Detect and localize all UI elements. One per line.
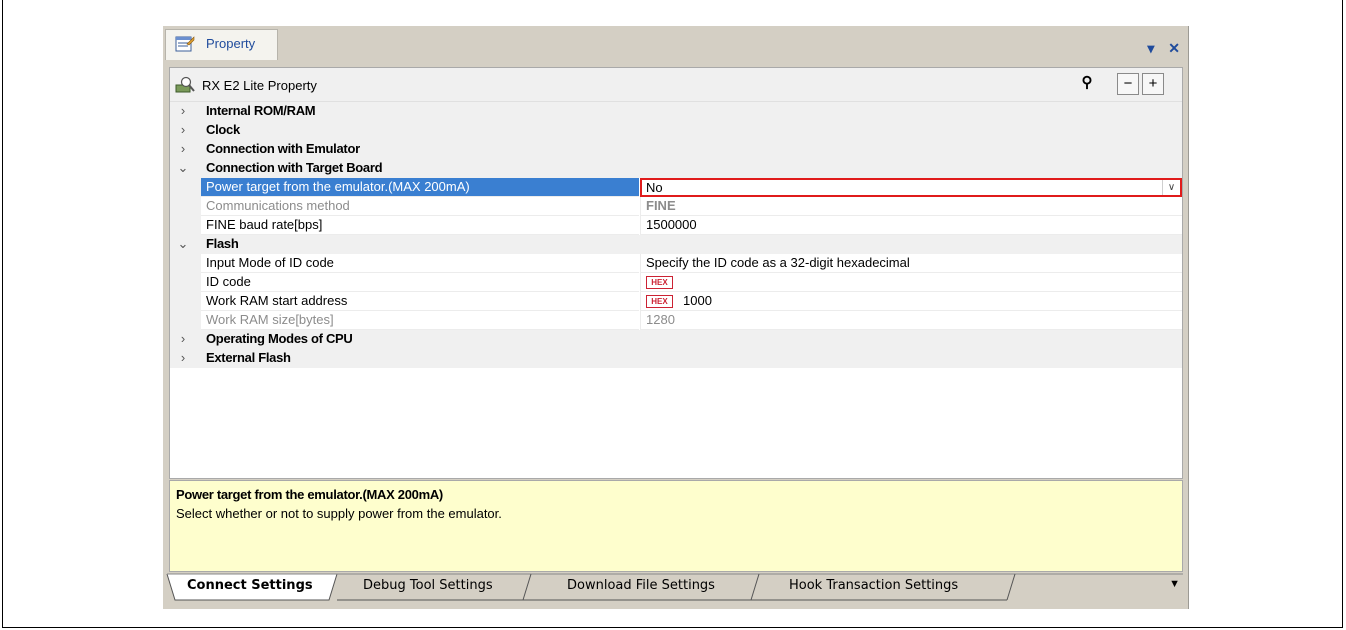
property-value[interactable]: HEX	[640, 273, 1182, 292]
property-name[interactable]: Input Mode of ID code	[201, 254, 639, 273]
row-gutter	[170, 254, 201, 273]
category-connection-target[interactable]: ⌄ Connection with Target Board	[170, 159, 1182, 178]
hex-badge-icon: HEX	[646, 295, 673, 309]
row-gutter	[170, 216, 201, 235]
category-internal-rom-ram[interactable]: › Internal ROM/RAM	[170, 102, 1182, 121]
dropdown-icon[interactable]: ▾	[1147, 40, 1154, 57]
power-target-combo[interactable]: No ∨	[640, 178, 1182, 197]
property-header: RX E2 Lite Property ⚲ − +	[170, 68, 1182, 102]
chevron-right-icon[interactable]: ›	[176, 122, 190, 137]
chevron-right-icon[interactable]: ›	[176, 103, 190, 118]
work-ram-start-value: 1000	[683, 293, 712, 308]
chevron-down-icon[interactable]: ∨	[1162, 180, 1180, 195]
property-power-target[interactable]: Power target from the emulator.(MAX 200m…	[170, 178, 1182, 197]
row-gutter	[170, 292, 201, 311]
row-gutter	[170, 273, 201, 292]
property-work-ram-size[interactable]: Work RAM size[bytes] 1280	[170, 311, 1182, 330]
property-value: FINE	[640, 197, 1182, 216]
property-input-mode[interactable]: Input Mode of ID code Specify the ID cod…	[170, 254, 1182, 273]
tab-debug-tool-settings[interactable]: Debug Tool Settings	[363, 572, 493, 600]
property-name[interactable]: Work RAM start address	[201, 292, 639, 311]
chevron-right-icon[interactable]: ›	[176, 331, 190, 346]
expand-all-button[interactable]: +	[1142, 73, 1164, 95]
title-buttons: ▾ ✕	[1137, 40, 1180, 57]
bottom-tab-strip: Connect Settings Debug Tool Settings Dow…	[163, 572, 1188, 609]
row-gutter	[170, 311, 201, 330]
chevron-right-icon[interactable]: ›	[176, 141, 190, 156]
property-fine-baud[interactable]: FINE baud rate[bps] 1500000	[170, 216, 1182, 235]
property-value[interactable]: Specify the ID code as a 32-digit hexade…	[640, 254, 1182, 273]
description-pane: Power target from the emulator.(MAX 200m…	[169, 480, 1183, 572]
category-label: Internal ROM/RAM	[206, 103, 316, 118]
property-value: 1280	[640, 311, 1182, 330]
property-value[interactable]: 1500000	[640, 216, 1182, 235]
property-grid: › Internal ROM/RAM › Clock › Connection …	[170, 102, 1182, 368]
panel-titlebar: Property ▾ ✕	[163, 26, 1188, 67]
property-value[interactable]: HEX 1000	[640, 292, 1182, 311]
property-name: Work RAM size[bytes]	[201, 311, 639, 330]
tab-hook-transaction-settings[interactable]: Hook Transaction Settings	[789, 572, 958, 600]
chevron-right-icon[interactable]: ›	[176, 350, 190, 365]
category-label: Operating Modes of CPU	[206, 331, 353, 346]
category-label: Connection with Target Board	[206, 160, 383, 175]
row-gutter	[170, 178, 201, 197]
tab-overflow-arrow-icon[interactable]: ▼	[1169, 578, 1180, 590]
category-label: External Flash	[206, 350, 291, 365]
category-operating-modes[interactable]: › Operating Modes of CPU	[170, 330, 1182, 349]
property-header-title: RX E2 Lite Property	[202, 78, 317, 93]
property-sheet-icon	[175, 36, 195, 52]
category-external-flash[interactable]: › External Flash	[170, 349, 1182, 368]
category-flash[interactable]: ⌄ Flash	[170, 235, 1182, 254]
property-name: Communications method	[201, 197, 639, 216]
property-grid-area: RX E2 Lite Property ⚲ − + › Internal ROM…	[169, 67, 1183, 479]
property-name[interactable]: FINE baud rate[bps]	[201, 216, 639, 235]
category-label: Flash	[206, 236, 239, 251]
description-text: Select whether or not to supply power fr…	[176, 506, 502, 521]
property-comm-method[interactable]: Communications method FINE	[170, 197, 1182, 216]
search-icon[interactable]: ⚲	[1076, 73, 1098, 95]
tab-property-label: Property	[206, 36, 256, 51]
category-clock[interactable]: › Clock	[170, 121, 1182, 140]
tab-connect-settings[interactable]: Connect Settings	[187, 572, 313, 600]
property-name[interactable]: ID code	[201, 273, 639, 292]
category-connection-emulator[interactable]: › Connection with Emulator	[170, 140, 1182, 159]
close-icon[interactable]: ✕	[1168, 40, 1180, 57]
tab-download-file-settings[interactable]: Download File Settings	[567, 572, 715, 600]
property-work-ram-start[interactable]: Work RAM start address HEX 1000	[170, 292, 1182, 311]
property-id-code[interactable]: ID code HEX	[170, 273, 1182, 292]
combo-value: No	[646, 180, 663, 195]
row-gutter	[170, 197, 201, 216]
hex-badge-icon: HEX	[646, 276, 673, 290]
category-label: Connection with Emulator	[206, 141, 360, 156]
category-label: Clock	[206, 122, 240, 137]
collapse-all-button[interactable]: −	[1117, 73, 1139, 95]
chevron-down-icon[interactable]: ⌄	[176, 236, 190, 252]
property-panel: Property ▾ ✕ RX E2 Lite Property ⚲ − + ›…	[163, 26, 1189, 609]
emulator-property-icon	[175, 76, 195, 93]
tab-property[interactable]: Property	[165, 29, 278, 60]
chevron-down-icon[interactable]: ⌄	[176, 160, 190, 176]
description-title: Power target from the emulator.(MAX 200m…	[176, 487, 443, 502]
property-name[interactable]: Power target from the emulator.(MAX 200m…	[201, 178, 639, 197]
